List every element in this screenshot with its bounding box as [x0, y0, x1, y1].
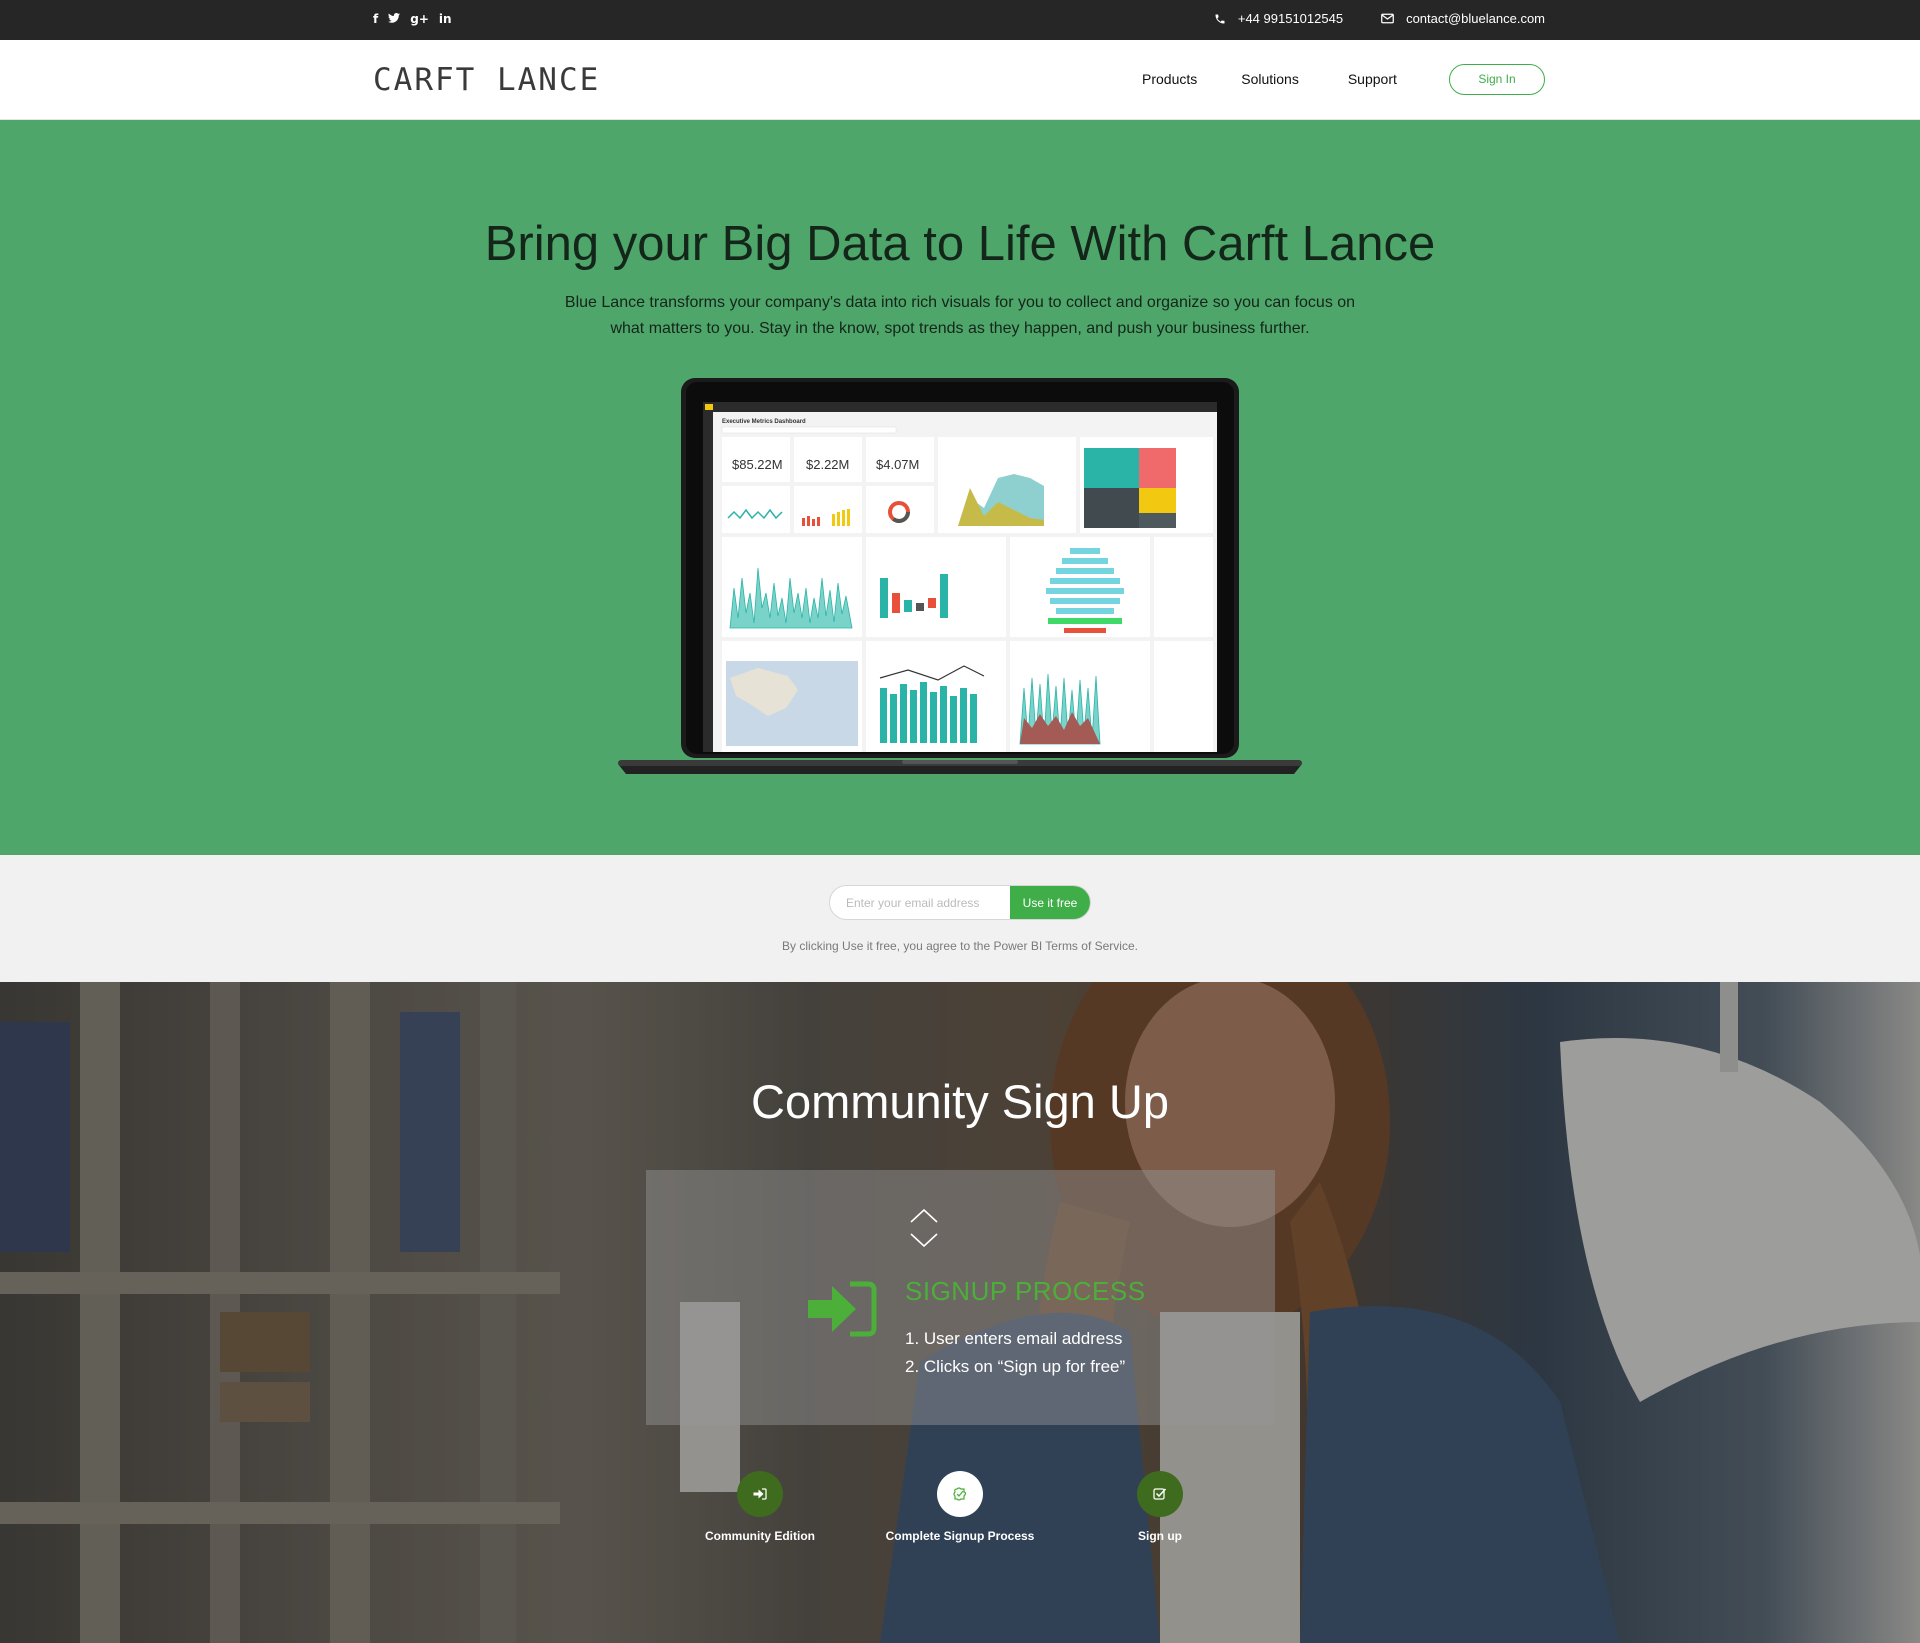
nav-item-products[interactable]: Products	[1142, 71, 1197, 87]
google-plus-icon[interactable]: g+	[410, 12, 429, 26]
nav-item-support[interactable]: Support	[1348, 71, 1397, 87]
twitter-icon[interactable]	[388, 12, 401, 26]
email-input[interactable]	[830, 886, 1012, 919]
facebook-icon[interactable]: f	[373, 12, 378, 26]
hero-description: Blue Lance transforms your company's dat…	[564, 294, 1356, 337]
signup-process-title: SIGNUP PROCESS	[905, 1276, 1146, 1306]
step-complete-signup[interactable]: Complete Signup Process	[860, 1471, 1060, 1543]
step-label: Sign up	[1138, 1529, 1182, 1543]
kpi-value-1: $85.22M	[732, 457, 783, 472]
check-square-icon	[1137, 1471, 1183, 1517]
nav-item-solutions[interactable]: Solutions	[1241, 71, 1299, 87]
step-community-edition[interactable]: Community Edition	[660, 1471, 860, 1543]
step-sign-up[interactable]: Sign up	[1060, 1471, 1260, 1543]
terms-text: By clicking Use it free, you agree to th…	[782, 939, 1138, 953]
email-address: contact@bluelance.com	[1406, 11, 1545, 26]
sign-in-arrow-icon	[808, 1281, 877, 1337]
hero-title: Bring your Big Data to Life With Carft L…	[484, 217, 1436, 271]
hero-section: Bring your Big Data to Life With Carft L…	[0, 120, 1920, 855]
community-title: Community Sign Up	[751, 1075, 1169, 1128]
puzzle-icon	[937, 1471, 983, 1517]
social-links: f g+ in	[373, 12, 452, 26]
linkedin-icon[interactable]: in	[439, 12, 452, 26]
phone-contact[interactable]: +44 99151012545	[1214, 11, 1343, 26]
signup-step-2: 2. Clicks on “Sign up for free”	[905, 1357, 1126, 1376]
main-navigation: CARFT LANCE Products Solutions Support S…	[0, 40, 1920, 120]
laptop-dashboard-image: Executive Metrics Dashboard $85.22M $2.2…	[618, 378, 1302, 774]
signup-step-1: 1. User enters email address	[905, 1329, 1123, 1348]
signup-process-panel: SIGNUP PROCESS 1. User enters email addr…	[646, 1170, 1275, 1425]
kpi-value-3: $4.07M	[876, 457, 919, 472]
email-signup-form: Use it free	[829, 885, 1091, 920]
contact-info: +44 99151012545 contact@bluelance.com	[1214, 11, 1545, 26]
use-it-free-button[interactable]: Use it free	[1010, 886, 1090, 919]
nav-menu: Products Solutions Support	[1142, 71, 1397, 87]
kpi-value-2: $2.22M	[806, 457, 849, 472]
step-label: Complete Signup Process	[885, 1529, 1035, 1543]
dashboard-title: Executive Metrics Dashboard	[722, 419, 806, 425]
envelope-icon	[1381, 13, 1394, 24]
step-label: Community Edition	[705, 1529, 815, 1543]
sign-in-icon	[737, 1471, 783, 1517]
phone-icon	[1215, 14, 1225, 23]
phone-number: +44 99151012545	[1237, 11, 1344, 26]
site-logo[interactable]: CARFT LANCE	[373, 62, 600, 98]
top-bar: f g+ in +44 99151012545 contact@bluelanc…	[0, 0, 1920, 40]
signup-steps: 1. User enters email address 2. Clicks o…	[905, 1325, 1125, 1381]
sign-in-button[interactable]: Sign In	[1449, 64, 1545, 95]
signup-band: Use it free By clicking Use it free, you…	[0, 855, 1920, 982]
community-section: Community Sign Up SIGNUP PROCESS 1. User…	[0, 982, 1920, 1643]
chevron-up-down-icon[interactable]	[909, 1208, 939, 1250]
email-contact[interactable]: contact@bluelance.com	[1381, 11, 1545, 26]
